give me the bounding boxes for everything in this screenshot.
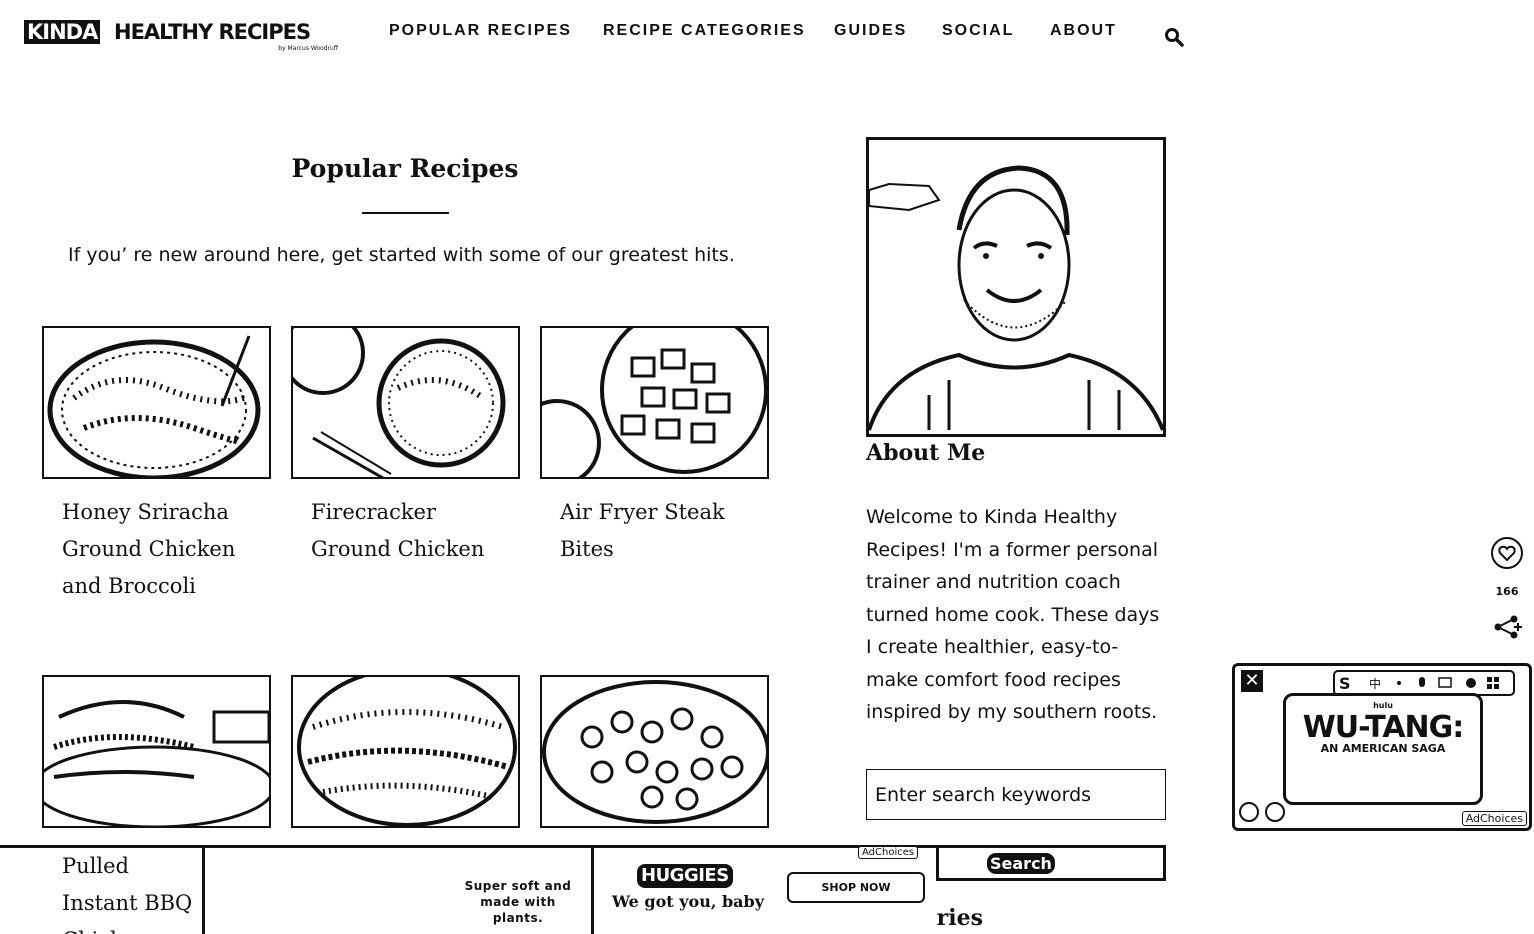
bottom-banner-ad[interactable]: Pulled Instant BBQ Chicken Super soft an… <box>0 845 936 934</box>
svg-text:S: S <box>1339 674 1351 693</box>
video-player[interactable]: hulu WU-TANG: AN AMERICAN SAGA <box>1283 693 1483 805</box>
nav-social[interactable]: SOCIAL <box>942 22 1014 40</box>
nav-guides[interactable]: GUIDES <box>834 22 907 40</box>
share-icon[interactable] <box>1492 614 1522 640</box>
recipe-image[interactable] <box>291 326 520 479</box>
banner-adchoices-link[interactable]: AdChoices <box>858 846 919 859</box>
site-logo[interactable]: KINDA HEALTHY RECIPES by Marcus Woodruff <box>24 18 342 54</box>
recipe-title[interactable]: Firecracker Ground Chicken <box>311 494 511 568</box>
recipe-image[interactable] <box>42 675 271 828</box>
sidebar-search-input[interactable] <box>866 769 1166 820</box>
video-title: WU-TANG: <box>1302 710 1465 745</box>
logo-wordmark: HEALTHY RECIPES <box>114 20 311 44</box>
search-icon[interactable] <box>1164 27 1184 47</box>
recipe-image[interactable] <box>42 326 271 479</box>
recipe-title[interactable]: Air Fryer Steak Bites <box>560 494 760 568</box>
banner-brand-panel[interactable]: HUGGIES We got you, baby SHOP NOW <box>597 848 936 934</box>
brand-logo: HUGGIES <box>637 864 733 888</box>
recipe-image[interactable] <box>540 675 769 828</box>
recipe-title-overflow[interactable]: Pulled Instant BBQ Chicken <box>62 848 202 934</box>
pause-icon[interactable] <box>1239 802 1259 822</box>
shop-now-button[interactable]: SHOP NOW <box>787 872 925 903</box>
search-button-label: Search <box>987 853 1055 874</box>
volume-icon[interactable] <box>1265 802 1285 822</box>
recipe-title[interactable]: Honey Sriracha Ground Chicken and Brocco… <box>62 494 262 605</box>
page-title: Popular Recipes <box>291 154 519 183</box>
favorite-heart-icon[interactable] <box>1490 536 1524 570</box>
banner-left-panel: Pulled Instant BBQ Chicken <box>0 848 205 934</box>
recipe-image[interactable] <box>540 326 769 479</box>
svg-text:中: 中 <box>1369 676 1381 691</box>
video-subtitle: AN AMERICAN SAGA <box>1320 742 1446 755</box>
video-ad[interactable]: ✕ S 中 hulu WU-TANG: AN AMERICAN SAGA AdC… <box>1232 663 1532 831</box>
about-title: About Me <box>866 440 986 466</box>
author-photo <box>866 137 1166 437</box>
sidebar-search-button[interactable]: Search <box>936 845 1166 881</box>
about-text: Welcome to Kinda Healthy Recipes! I'm a … <box>866 506 1160 723</box>
nav-about[interactable]: ABOUT <box>1050 22 1117 40</box>
title-divider <box>362 212 449 214</box>
nav-popular-recipes[interactable]: POPULAR RECIPES <box>389 22 572 40</box>
recipe-image[interactable] <box>291 675 520 828</box>
adchoices-link[interactable]: AdChoices <box>1461 811 1527 826</box>
video-brand: hulu <box>1373 701 1393 710</box>
logo-kinda: KINDA <box>24 20 101 44</box>
banner-product-panel[interactable]: Super soft and made with plants. <box>208 848 594 934</box>
share-count: 166 <box>1495 585 1519 598</box>
banner-tagline: Super soft and made with plants. <box>464 879 572 925</box>
intro-text: If you’ re new around here, get started … <box>68 244 735 266</box>
brand-tagline: We got you, baby <box>612 892 765 911</box>
nav-recipe-categories[interactable]: RECIPE CATEGORIES <box>603 22 806 40</box>
categories-heading: ories <box>936 905 984 931</box>
close-icon[interactable]: ✕ <box>1241 670 1263 692</box>
logo-byline: by Marcus Woodruff <box>278 45 338 52</box>
